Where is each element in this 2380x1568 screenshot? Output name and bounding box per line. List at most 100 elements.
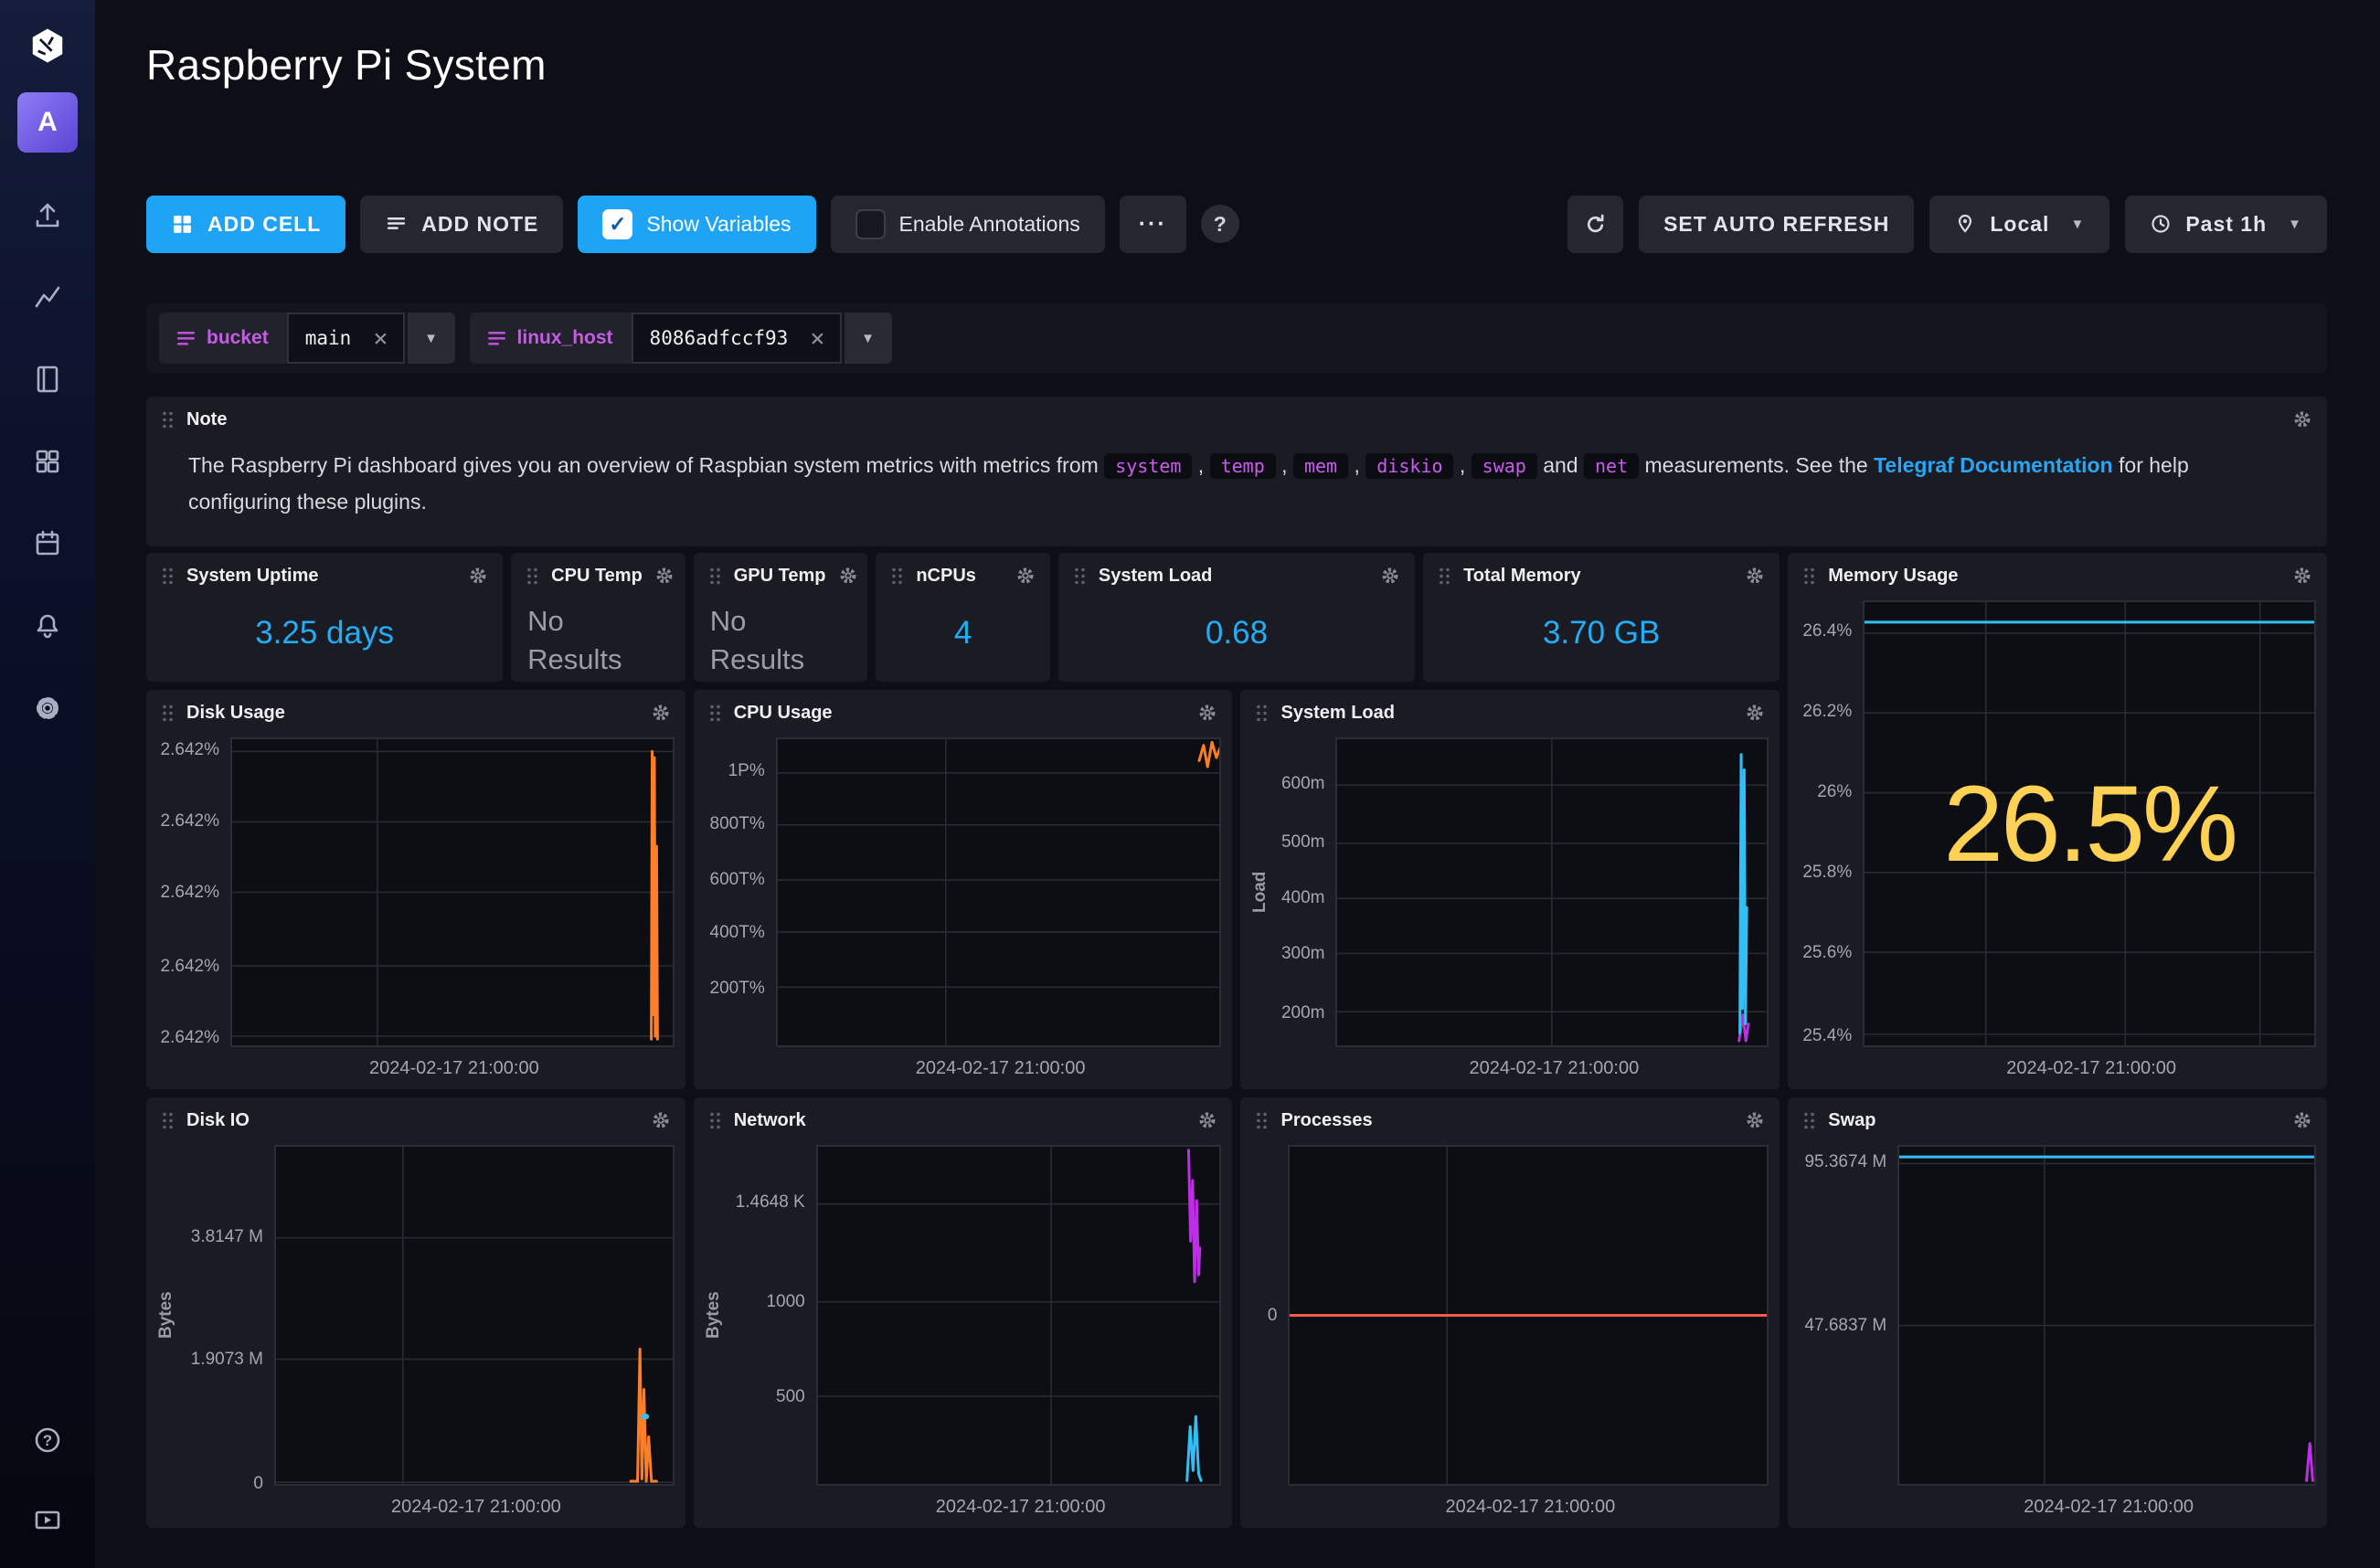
gear-icon[interactable]: [2292, 409, 2312, 429]
y-tick: 25.6%: [1802, 943, 1852, 963]
y-axis-title: Bytes: [154, 1145, 179, 1486]
stat-value: 0.68: [1058, 599, 1415, 682]
chart-svg: [1290, 1147, 1767, 1484]
sidebar-item-dashboards[interactable]: [27, 441, 68, 482]
note-body: The Raspberry Pi dashboard gives you an …: [146, 442, 2327, 520]
set-auto-refresh-label: SET AUTO REFRESH: [1663, 212, 1889, 237]
cell-header: CPU Usage: [694, 690, 1233, 736]
time-range-dropdown[interactable]: Past 1h ▼: [2125, 196, 2327, 253]
gear-icon: [30, 691, 65, 726]
sidebar-item-tasks[interactable]: [27, 524, 68, 564]
check-icon: ✓: [609, 214, 626, 235]
gear-icon[interactable]: [1197, 1110, 1217, 1130]
sidebar-item-data-explorer[interactable]: [27, 277, 68, 317]
sidebar-item-help[interactable]: ?: [27, 1420, 68, 1460]
variable-value-input[interactable]: 8086adfccf93×: [632, 313, 842, 364]
plot-area: [1335, 737, 1769, 1047]
gear-icon[interactable]: [651, 703, 671, 723]
chevron-down-icon: ▼: [2288, 217, 2302, 232]
variable-name[interactable]: linux_host: [470, 313, 632, 364]
variable-name[interactable]: bucket: [159, 313, 287, 364]
drag-handle-icon[interactable]: [161, 410, 175, 429]
cell-title: System Load: [1280, 703, 1394, 724]
gear-icon[interactable]: [1197, 703, 1217, 723]
y-tick: 200T%: [710, 979, 765, 999]
gear-icon[interactable]: [838, 566, 858, 586]
drag-handle-icon[interactable]: [1255, 1111, 1269, 1130]
user-avatar[interactable]: A: [17, 92, 78, 153]
drag-handle-icon[interactable]: [526, 567, 539, 586]
dashboards-icon: [30, 444, 65, 479]
influxdb-logo[interactable]: [27, 26, 68, 70]
y-tick: 1P%: [728, 761, 765, 781]
gear-icon[interactable]: [1015, 566, 1036, 586]
sidebar: A: [0, 0, 95, 1568]
drag-handle-icon[interactable]: [890, 567, 904, 586]
drag-handle-icon[interactable]: [161, 704, 175, 723]
telegraf-docs-link[interactable]: Telegraf Documentation: [1874, 453, 2113, 477]
variable-dropdown-caret[interactable]: ▼: [408, 313, 455, 364]
gear-icon[interactable]: [468, 566, 488, 586]
more-options-button[interactable]: ···: [1120, 196, 1186, 253]
drag-handle-icon[interactable]: [1438, 567, 1451, 586]
timezone-dropdown[interactable]: Local ▼: [1929, 196, 2109, 253]
x-axis-label: 2024-02-17 21:00:00: [146, 1486, 685, 1528]
calendar-icon: [30, 526, 65, 561]
sidebar-item-presentation-mode[interactable]: [27, 1500, 68, 1541]
clear-icon[interactable]: ×: [810, 326, 824, 351]
stat-value: No Results: [511, 599, 630, 682]
variable-dropdown-caret[interactable]: ▼: [845, 313, 892, 364]
gear-icon[interactable]: [654, 566, 675, 586]
y-axis: 1P%800T%600T%400T%200T%: [701, 737, 776, 1047]
enable-annotations-toggle[interactable]: Enable Annotations: [831, 196, 1105, 253]
x-axis-label: 2024-02-17 21:00:00: [146, 1047, 685, 1089]
refresh-button[interactable]: [1567, 196, 1623, 253]
gear-icon[interactable]: [1745, 703, 1765, 723]
gear-icon[interactable]: [2292, 566, 2312, 586]
sidebar-item-load-data[interactable]: [27, 195, 68, 235]
clear-icon[interactable]: ×: [373, 326, 388, 351]
cell-title: CPU Usage: [734, 703, 833, 724]
add-cell-button[interactable]: ADD CELL: [146, 196, 345, 253]
avatar-letter: A: [37, 107, 58, 138]
plot-area: [230, 737, 675, 1047]
drag-handle-icon[interactable]: [1802, 1111, 1816, 1130]
gear-icon[interactable]: [651, 1110, 671, 1130]
drag-handle-icon[interactable]: [161, 567, 175, 586]
sidebar-item-notebooks[interactable]: [27, 359, 68, 399]
drag-handle-icon[interactable]: [1073, 567, 1087, 586]
plot-area: [776, 737, 1222, 1047]
chevron-down-icon: ▼: [2070, 217, 2085, 232]
set-auto-refresh-button[interactable]: SET AUTO REFRESH: [1639, 196, 1914, 253]
chart-svg: [232, 739, 673, 1045]
cell-header: System Uptime: [146, 553, 503, 599]
stat-value: 3.70 GB: [1423, 599, 1780, 682]
sidebar-item-alerts[interactable]: [27, 606, 68, 646]
gear-icon[interactable]: [2292, 1110, 2312, 1130]
gear-icon[interactable]: [1745, 1110, 1765, 1130]
gear-icon[interactable]: [1380, 566, 1400, 586]
add-note-button[interactable]: ADD NOTE: [360, 196, 563, 253]
gear-icon[interactable]: [1745, 566, 1765, 586]
y-tick: 500m: [1281, 832, 1325, 853]
show-variables-toggle[interactable]: ✓ Show Variables: [578, 196, 815, 253]
sidebar-item-settings[interactable]: [27, 688, 68, 728]
drag-handle-icon[interactable]: [708, 704, 722, 723]
y-tick: 200m: [1281, 1003, 1325, 1023]
y-tick: 2.642%: [161, 883, 219, 903]
variable-linux_host: linux_host8086adfccf93×▼: [470, 313, 892, 364]
cell-title: nCPUs: [916, 566, 976, 587]
y-tick: 1.9073 M: [191, 1350, 263, 1370]
help-button[interactable]: ?: [1201, 205, 1239, 243]
variable-value-input[interactable]: main×: [287, 313, 405, 364]
drag-handle-icon[interactable]: [161, 1111, 175, 1130]
cell-cpu-usage: CPU Usage1P%800T%600T%400T%200T%2024-02-…: [694, 690, 1233, 1089]
show-variables-checkbox: ✓: [602, 209, 632, 239]
chart-area: Load600m500m400m300m200m: [1240, 736, 1780, 1047]
measurement-chip: mem: [1293, 453, 1348, 479]
note-text: ,: [1276, 453, 1293, 477]
drag-handle-icon[interactable]: [708, 567, 722, 586]
drag-handle-icon[interactable]: [708, 1111, 722, 1130]
drag-handle-icon[interactable]: [1802, 567, 1816, 586]
drag-handle-icon[interactable]: [1255, 704, 1269, 723]
